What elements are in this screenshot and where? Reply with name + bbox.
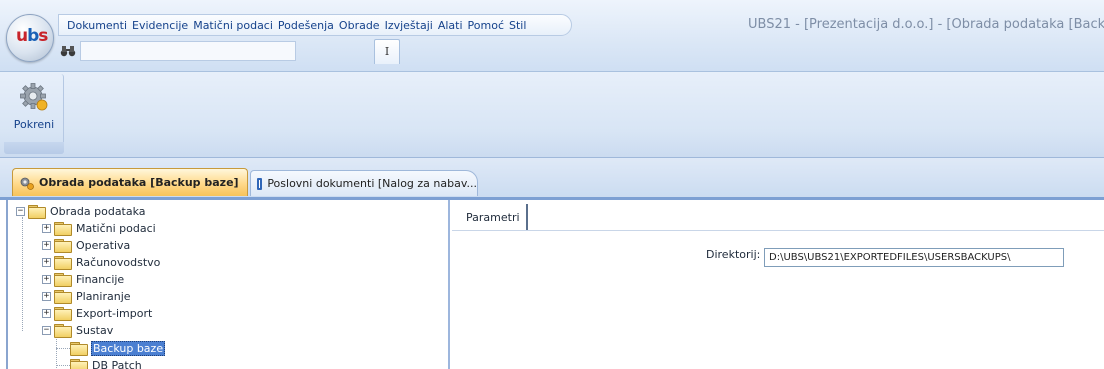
tree-item-label: Export-import <box>76 307 153 320</box>
tree-item-label: Računovodstvo <box>76 256 161 269</box>
tree-line <box>56 334 57 368</box>
expand-icon[interactable]: + <box>42 241 51 250</box>
binoculars-icon[interactable] <box>58 41 78 61</box>
folder-icon <box>70 359 88 369</box>
main-menu: Dokumenti Evidencije Matični podaci Pode… <box>58 14 572 36</box>
collapse-icon[interactable]: − <box>16 207 25 216</box>
folder-icon <box>54 290 72 304</box>
tree-line <box>22 217 23 331</box>
logo-text: ubs <box>16 26 48 46</box>
tree-line <box>56 348 70 349</box>
folder-icon <box>54 307 72 321</box>
expand-icon[interactable]: + <box>42 309 51 318</box>
tree-item-export-import[interactable]: + Export-import <box>42 305 153 322</box>
tree-item-label: Operativa <box>76 239 131 252</box>
folder-icon <box>28 205 46 219</box>
app-logo[interactable]: ubs <box>6 14 54 62</box>
menu-item-podesenja[interactable]: Podešenja <box>278 19 334 32</box>
folder-icon <box>54 239 72 253</box>
menu-item-obrade[interactable]: Obrade <box>339 19 380 32</box>
folder-icon <box>54 256 72 270</box>
folder-icon <box>54 273 72 287</box>
tree-item-label: Backup baze <box>91 341 166 356</box>
ribbon: Pokreni <box>0 72 1104 158</box>
quick-toolbar <box>58 40 296 62</box>
tab-poslovni-dokumenti[interactable]: Poslovni dokumenti [Nalog za nabav... <box>250 170 478 196</box>
tree-item-root[interactable]: − Obrada podataka <box>16 203 147 220</box>
tree-item-financije[interactable]: + Financije <box>42 271 125 288</box>
menu-item-izvjestaji[interactable]: Izvještaji <box>385 19 433 32</box>
expand-icon[interactable]: + <box>42 275 51 284</box>
tree-item-label: Obrada podataka <box>50 205 146 218</box>
tree-line <box>56 365 70 366</box>
menu-item-stil[interactable]: Stil <box>509 19 526 32</box>
expand-icon[interactable]: + <box>42 224 51 233</box>
tree-item-backup-baze[interactable]: Backup baze <box>70 340 166 357</box>
run-button[interactable]: Pokreni <box>6 76 62 138</box>
tab-parametri[interactable]: Parametri <box>458 204 528 230</box>
window-icon <box>257 177 263 190</box>
ribbon-group-footer <box>4 142 64 154</box>
run-button-label: Pokreni <box>13 118 55 131</box>
tab-underline <box>452 230 1104 231</box>
tree-item-label: Planiranje <box>76 290 131 303</box>
tree-item-planiranje[interactable]: + Planiranje <box>42 288 132 305</box>
tree-item-maticni-podaci[interactable]: + Matični podaci <box>42 220 157 237</box>
process-icon <box>20 177 34 190</box>
ribbon-group: Pokreni <box>4 74 64 154</box>
quick-search-input[interactable] <box>80 41 296 61</box>
open-folder-icon <box>70 342 88 356</box>
tree-item-label: Financije <box>76 273 125 286</box>
ribbon-tab[interactable]: I <box>374 39 400 64</box>
tree-item-label: Matični podaci <box>76 222 156 235</box>
tree-item-label: DB Patch <box>92 359 142 369</box>
menu-item-dokumenti[interactable]: Dokumenti <box>67 19 127 32</box>
tree-item-label: Sustav <box>76 324 114 337</box>
collapse-icon[interactable]: − <box>42 326 51 335</box>
expand-icon[interactable]: + <box>42 258 51 267</box>
tree-item-db-patch[interactable]: DB Patch <box>70 357 143 369</box>
parameters-panel: Parametri Direktorij: <box>452 200 1104 369</box>
menu-item-pomoc[interactable]: Pomoć <box>468 19 504 32</box>
directory-label: Direktorij: <box>706 248 761 261</box>
tree-item-racunovodstvo[interactable]: + Računovodstvo <box>42 254 161 271</box>
title-bar: ubs Dokumenti Evidencije Matični podaci … <box>0 0 1104 72</box>
tab-label: Poslovni dokumenti [Nalog za nabav... <box>267 177 477 190</box>
directory-input[interactable] <box>764 248 1064 267</box>
tab-label: Obrada podataka [Backup baze] <box>39 176 239 189</box>
tree-item-operativa[interactable]: + Operativa <box>42 237 131 254</box>
expand-icon[interactable]: + <box>42 292 51 301</box>
document-tab-strip: Obrada podataka [Backup baze] Poslovni d… <box>0 158 1104 200</box>
tree-panel: − Obrada podataka + Matični podaci + Ope… <box>6 200 450 369</box>
folder-icon <box>54 222 72 236</box>
menu-item-alati[interactable]: Alati <box>438 19 463 32</box>
tab-obrada-podataka[interactable]: Obrada podataka [Backup baze] <box>12 168 248 196</box>
gear-icon <box>20 83 48 111</box>
menu-item-maticni-podaci[interactable]: Matični podaci <box>193 19 273 32</box>
folder-icon <box>54 324 72 338</box>
tree-item-sustav[interactable]: − Sustav <box>42 322 114 339</box>
window-title: UBS21 - [Prezentacija d.o.o.] - [Obrada … <box>748 17 1104 32</box>
menu-item-evidencije[interactable]: Evidencije <box>132 19 188 32</box>
